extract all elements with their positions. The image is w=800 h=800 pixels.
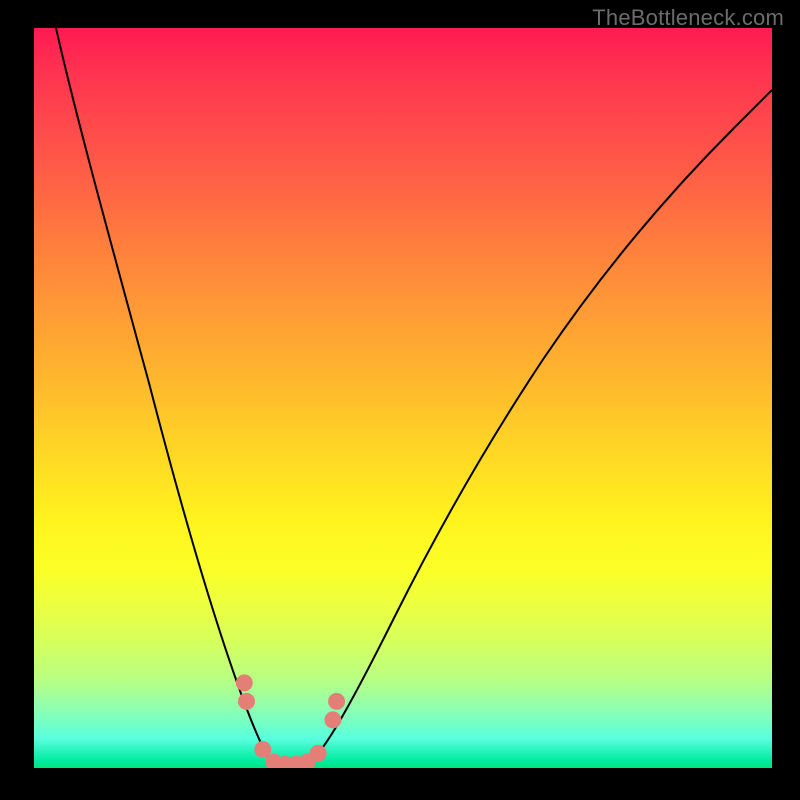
bottleneck-curve-path	[56, 28, 772, 768]
marker-dot	[325, 712, 341, 728]
marker-dot	[329, 693, 345, 709]
marker-dot	[310, 745, 326, 761]
marker-dot	[236, 675, 252, 691]
marker-dot	[255, 742, 271, 758]
chart-frame: TheBottleneck.com	[0, 0, 800, 800]
marker-dot	[239, 693, 255, 709]
bottleneck-curve-svg	[34, 28, 772, 768]
chart-plot-area	[34, 28, 772, 768]
watermark-text: TheBottleneck.com	[592, 5, 784, 31]
